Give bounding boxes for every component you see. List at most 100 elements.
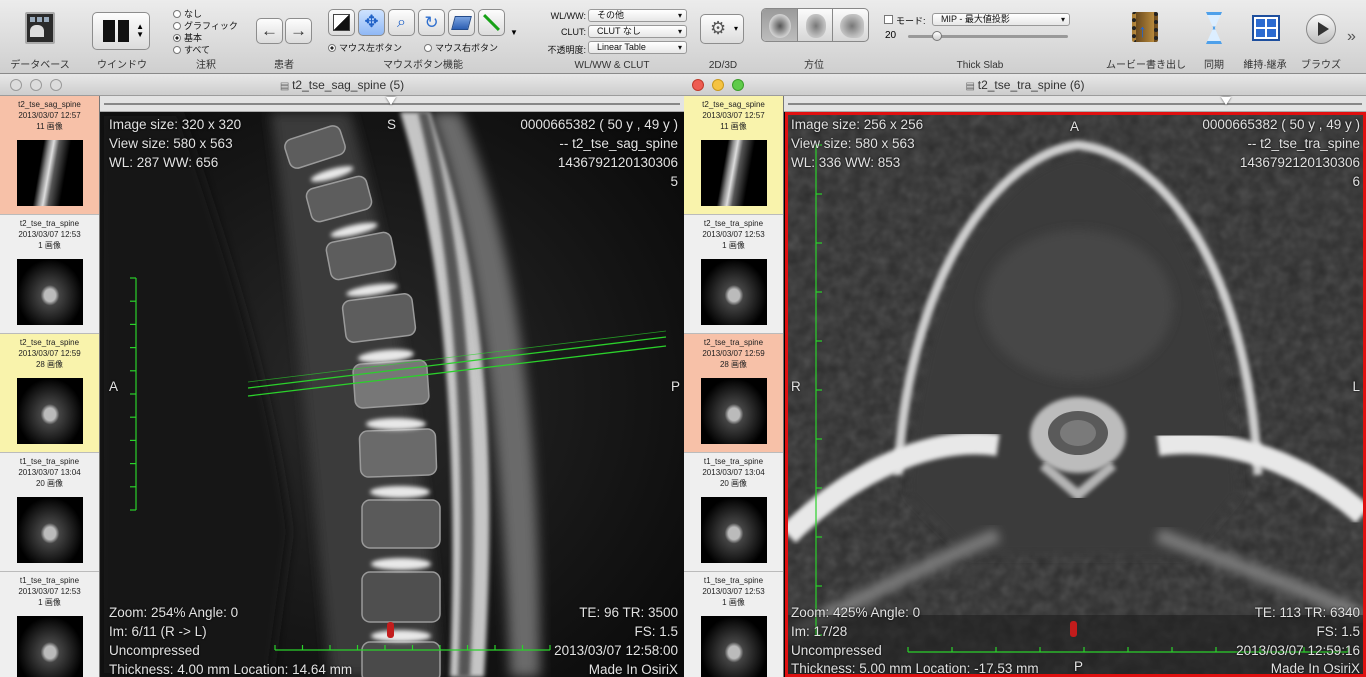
slider-knob[interactable] <box>386 97 396 105</box>
thumbnail-image <box>17 259 83 325</box>
image-slider[interactable] <box>100 96 684 112</box>
thumbnail-name: t1_tse_tra_spine <box>19 457 80 466</box>
axial-image-view[interactable]: Image size: 256 x 256 View size: 580 x 5… <box>785 112 1366 677</box>
overlay-wl-ww: WL: 287 WW: 656 <box>109 155 219 170</box>
toolbar: データベース ▲ ▼ ウインドウ なし グラフィック 基本 すべて 注釈 ← → … <box>0 0 1366 74</box>
overlay-wl-ww: WL: 336 WW: 853 <box>791 155 901 170</box>
thick-slab-mode-checkbox[interactable] <box>884 15 893 24</box>
thumbnail-count: 1 画像 <box>38 241 61 250</box>
mouse-right-option[interactable]: マウス右ボタン <box>424 41 498 54</box>
previous-patient-button[interactable]: ← <box>256 18 283 44</box>
radio-icon <box>424 43 432 52</box>
series-thumbnail[interactable]: t1_tse_tra_spine 2013/03/07 13:04 20 画像 <box>0 453 99 572</box>
opacity-select[interactable]: Linear Table <box>588 41 687 54</box>
sagittal-window-titlebar[interactable]: ▤ t2_tse_sag_spine (5) <box>0 74 684 96</box>
orientation-bottom: P <box>1074 659 1084 674</box>
close-window-icon[interactable] <box>692 79 704 91</box>
series-thumbnail[interactable]: t2_tse_tra_spine 2013/03/07 12:53 1 画像 <box>684 215 783 334</box>
next-patient-button[interactable]: → <box>285 18 312 44</box>
orientation-left: A <box>109 379 119 394</box>
movie-export-label: ムービー書き出し <box>1106 60 1186 71</box>
overlay-image-index: Im: 6/11 (R -> L) <box>109 624 207 639</box>
more-tools-icon[interactable]: ▼ <box>510 28 518 37</box>
minimize-window-icon[interactable] <box>30 79 42 91</box>
rotate-button[interactable]: ↻ <box>418 9 445 36</box>
overlay-series-name: -- t2_tse_sag_spine <box>559 136 678 151</box>
database-tool[interactable]: データベース <box>0 0 80 74</box>
brain-axial-icon <box>769 14 791 38</box>
thumbnail-date: 2013/03/07 12:59 <box>18 349 81 358</box>
image-slider[interactable] <box>784 96 1366 112</box>
slider-knob[interactable] <box>1221 97 1231 105</box>
wlww-clut-label: WL/WW & CLUT <box>574 60 650 71</box>
length-button[interactable] <box>478 9 505 36</box>
window-level-button[interactable] <box>328 9 355 36</box>
hourglass-icon <box>1206 12 1222 44</box>
overlay-series-name: -- t2_tse_tra_spine <box>1247 136 1360 151</box>
sagittal-view-button[interactable] <box>833 9 868 41</box>
toolbar-overflow-icon[interactable]: » <box>1347 28 1356 46</box>
series-thumbnail[interactable]: t1_tse_tra_spine 2013/03/07 13:04 20 画像 <box>684 453 783 572</box>
annotation-option-all[interactable]: すべて <box>173 43 210 56</box>
thick-slab-slider[interactable] <box>908 31 1068 41</box>
close-window-icon[interactable] <box>10 79 22 91</box>
thumbnail-date: 2013/03/07 12:53 <box>702 587 765 596</box>
wlww-select[interactable]: その他 <box>588 9 687 22</box>
thumbnail-image <box>701 259 767 325</box>
2d3d-label: 2D/3D <box>708 60 738 71</box>
move-button[interactable]: ✥ <box>358 9 385 36</box>
series-thumbnail[interactable]: t2_tse_tra_spine 2013/03/07 12:59 28 画像 <box>0 334 99 453</box>
series-thumbnail-list: t2_tse_sag_spine 2013/03/07 12:57 11 画像 t2_… <box>684 96 784 677</box>
coronal-view-button[interactable] <box>798 9 834 41</box>
keep-settings-tool[interactable]: 維持·継承 <box>1232 0 1298 74</box>
stack-icon <box>451 16 472 30</box>
radio-selected-icon <box>328 43 336 52</box>
movie-export-icon: ↑ <box>1132 12 1158 42</box>
window-layout-icon <box>103 20 129 42</box>
rotate-icon: ↻ <box>424 13 439 32</box>
overlay-made-in: Made In OsiriX <box>1270 661 1360 676</box>
thumbnail-date: 2013/03/07 12:59 <box>702 349 765 358</box>
thumbnail-name: t2_tse_tra_spine <box>19 338 80 347</box>
annotation-label: 注釈 <box>196 60 216 71</box>
series-thumbnail[interactable]: t2_tse_sag_spine 2013/03/07 12:57 11 画像 <box>684 96 783 215</box>
thick-slab-slider-knob[interactable] <box>932 31 942 41</box>
window-layout-button[interactable]: ▲ ▼ <box>92 12 150 50</box>
play-button[interactable] <box>1306 14 1336 44</box>
radio-icon <box>173 9 181 18</box>
series-thumbnail[interactable]: t2_tse_sag_spine 2013/03/07 12:57 11 画像 <box>0 96 99 215</box>
overlay-image-size: Image size: 320 x 320 <box>109 117 242 132</box>
thick-slab-mode-select[interactable]: MIP - 最大値投影 <box>932 13 1070 26</box>
zoom-window-icon[interactable] <box>50 79 62 91</box>
thumbnail-count: 20 画像 <box>35 479 64 488</box>
sync-label: 同期 <box>1204 60 1224 71</box>
thumbnail-name: t1_tse_tra_spine <box>19 576 80 585</box>
sagittal-image-view[interactable]: Image size: 320 x 320 View size: 580 x 5… <box>100 112 684 677</box>
thick-slab-label: Thick Slab <box>956 60 1004 71</box>
slider-track <box>788 103 1362 105</box>
document-icon: ▤ <box>279 81 293 92</box>
overlay-thickness: Thickness: 5.00 mm Location: -17.53 mm <box>791 661 1039 676</box>
sync-tool[interactable]: 同期 <box>1194 0 1234 74</box>
mouse-left-option[interactable]: マウス左ボタン <box>328 41 402 54</box>
clut-select[interactable]: CLUT なし <box>588 25 687 38</box>
arrow-right-icon: → <box>290 21 307 40</box>
axial-view-button[interactable] <box>762 9 798 41</box>
minimize-window-icon[interactable] <box>712 79 724 91</box>
2d3d-menu-button[interactable]: ⚙ ▾ <box>700 14 744 44</box>
zoom-button[interactable]: ⌕ <box>388 9 415 36</box>
movie-export-tool[interactable]: ↑ ムービー書き出し <box>1096 0 1196 74</box>
series-thumbnail[interactable]: t2_tse_tra_spine 2013/03/07 12:59 28 画像 <box>684 334 783 453</box>
series-thumbnail[interactable]: t2_tse_tra_spine 2013/03/07 12:53 1 画像 <box>0 215 99 334</box>
zoom-window-icon[interactable] <box>732 79 744 91</box>
series-thumbnail[interactable]: t1_tse_tra_spine 2013/03/07 12:53 1 画像 <box>0 572 99 677</box>
scroll-button[interactable] <box>448 9 475 36</box>
thumbnail-image <box>701 140 767 206</box>
window-tool[interactable]: ▲ ▼ ウインドウ <box>88 0 156 74</box>
series-thumbnail[interactable]: t1_tse_tra_spine 2013/03/07 12:53 1 画像 <box>684 572 783 677</box>
browse-tool[interactable]: ブラウズ <box>1296 0 1346 74</box>
window-title: t2_tse_sag_spine (5) <box>292 78 405 92</box>
orientation-segmented <box>761 8 869 42</box>
axial-window-titlebar[interactable]: ▤ t2_tse_tra_spine (6) <box>684 74 1366 96</box>
thumbnail-name: t2_tse_tra_spine <box>19 219 80 228</box>
